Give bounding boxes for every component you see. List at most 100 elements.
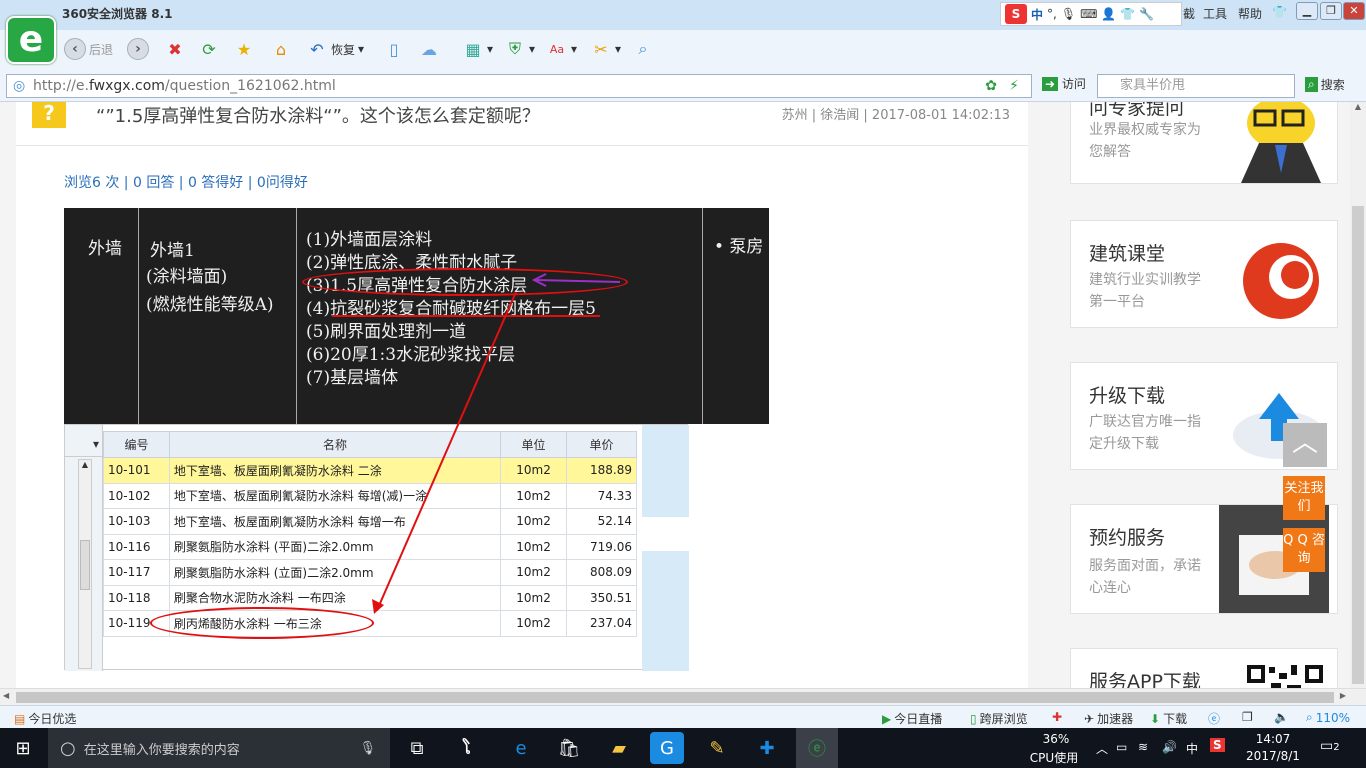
compat-icon[interactable]: ✿ <box>985 75 997 97</box>
lightning-icon[interactable]: ⚡ <box>1009 75 1019 97</box>
windows-start-icon[interactable]: ⊞ <box>6 732 40 764</box>
ime-toolbar[interactable]: S 中 °, 🎙 ⌨ 👤 👕 🔧 <box>1000 2 1182 26</box>
table-row[interactable]: 10-116 刷聚氨脂防水涂料 (平面)二涂2.0mm 10m2 719.06 <box>103 533 637 560</box>
sogou-tray-icon[interactable]: S <box>1210 738 1225 752</box>
favorites-button[interactable]: ★ <box>233 36 255 62</box>
security-button[interactable]: ⛨ ▾ <box>504 36 535 62</box>
shirt-icon[interactable]: 👕 <box>1120 7 1135 21</box>
cloud-button[interactable]: ☁ <box>418 36 440 62</box>
menu-partial[interactable]: 截 <box>1183 5 1195 22</box>
accelerator[interactable]: ✈ 加速器 <box>1084 710 1133 727</box>
network-icon[interactable]: ▭ <box>1116 740 1127 754</box>
browser-swirl-icon[interactable]: ໂ <box>450 732 484 764</box>
notes-icon[interactable]: ✎ <box>700 732 734 764</box>
question-stats[interactable]: 浏览6 次 | 0 回答 | 0 答得好 | 0问得好 <box>64 172 308 192</box>
apps-button[interactable]: ▦ ▾ <box>462 36 493 62</box>
chevron-down-icon[interactable]: ▾ <box>65 431 103 457</box>
header-name[interactable]: 名称 <box>168 431 502 458</box>
visit-button[interactable]: ➜ 访问 <box>1042 75 1086 92</box>
follow-us-button[interactable]: 关注我们 <box>1283 476 1325 520</box>
folder-icon[interactable]: ▰ <box>602 732 636 764</box>
mic-icon[interactable]: 🎙 <box>359 741 376 756</box>
horizontal-scroll-thumb[interactable] <box>16 692 1334 703</box>
header-code[interactable]: 编号 <box>103 431 170 458</box>
scroll-left-icon[interactable]: ◀ <box>3 691 9 700</box>
scroll-up-icon[interactable]: ▲ <box>1350 102 1366 111</box>
clock-date[interactable]: 2017/8/1 <box>1242 749 1304 763</box>
stop-button[interactable]: ✖ <box>164 36 186 62</box>
punct-icon[interactable]: °, <box>1047 7 1057 21</box>
search-button[interactable]: ⌕ 搜索 <box>1305 76 1345 93</box>
table-row[interactable]: 10-102 地下室墙、板屋面刷氰凝防水涂料 每增(减)一涂 10m2 74.33 <box>103 482 637 509</box>
table-row[interactable]: 10-101 地下室墙、板屋面刷氰凝防水涂料 二涂 10m2 188.89 <box>103 457 637 484</box>
card-app[interactable]: 服务APP下载 <box>1070 648 1338 688</box>
horizontal-scrollbar[interactable]: ◀ ▶ <box>0 688 1366 705</box>
user-icon[interactable]: 👤 <box>1101 7 1116 21</box>
qq-consult-button[interactable]: Q Q 咨询 <box>1283 528 1325 572</box>
download-status[interactable]: ⬇ 下载 <box>1150 710 1187 727</box>
maximize-button[interactable]: ❐ <box>1320 2 1342 20</box>
table-row[interactable]: 10-103 地下室墙、板屋面刷氰凝防水涂料 每增一布 10m2 52.14 <box>103 508 637 535</box>
home-button[interactable]: ⌂ <box>270 36 292 62</box>
speaker-icon[interactable]: 🔈 <box>1274 710 1289 724</box>
wifi-icon[interactable]: ≋ <box>1138 740 1148 754</box>
zoom-button[interactable]: ⌕ <box>632 36 654 62</box>
volume-icon[interactable]: 🔊 <box>1162 740 1177 754</box>
edge-icon[interactable]: e <box>504 732 538 764</box>
screenshot-button[interactable]: ✂ ▾ <box>590 36 621 62</box>
store-icon[interactable]: 🛍 <box>552 732 586 764</box>
vertical-scrollbar[interactable]: ▲ <box>1350 102 1366 688</box>
phone-button[interactable]: ▯ <box>383 36 405 62</box>
menu-tools[interactable]: 工具 <box>1203 5 1227 22</box>
menu-help[interactable]: 帮助 <box>1238 5 1262 22</box>
mascot-icon <box>1219 102 1329 183</box>
header-unit[interactable]: 单位 <box>500 431 568 458</box>
table-row[interactable]: 10-117 刷聚氨脂防水涂料 (立面)二涂2.0mm 10m2 808.09 <box>103 559 637 586</box>
keyboard-icon[interactable]: ⌨ <box>1080 7 1097 21</box>
question-mark-icon: ? <box>32 102 66 128</box>
ime-lang-label[interactable]: 中 <box>1031 6 1043 23</box>
window-icon[interactable]: ❐ <box>1242 710 1253 724</box>
notification-icon[interactable]: ▭2 <box>1320 738 1340 754</box>
vertical-scroll-thumb[interactable] <box>1352 206 1364 684</box>
sogou-icon[interactable]: S <box>1005 4 1027 24</box>
today-live[interactable]: ▶ 今日直播 <box>882 710 942 727</box>
back-to-top-button[interactable]: ︿ <box>1283 423 1327 467</box>
card-classroom[interactable]: 建筑课堂 建筑行业实训教学第一平台 <box>1070 220 1338 328</box>
today-picks[interactable]: ▤ 今日优选 <box>14 710 76 727</box>
ime-indicator[interactable]: 中 <box>1186 740 1198 757</box>
cross-screen[interactable]: ▯ 跨屏浏览 <box>970 710 1028 727</box>
taskbar-search[interactable]: ○ 在这里输入你要搜索的内容 🎙 <box>48 728 390 768</box>
grid-scrollbar[interactable]: ▲ <box>78 459 92 669</box>
360-browser-task-icon[interactable]: ⓔ <box>796 728 838 768</box>
task-view-icon[interactable]: ⧉ <box>400 732 434 764</box>
grid-icon: ▦ <box>465 39 481 59</box>
refresh-button[interactable]: ⟳ <box>198 36 220 62</box>
forward-button[interactable]: › <box>127 36 149 62</box>
minimize-button[interactable]: ▁ <box>1296 2 1318 20</box>
card-expert[interactable]: 问专家提问 业界最权威专家为您解答 <box>1070 102 1338 184</box>
360-browser-logo[interactable]: e <box>6 16 56 64</box>
ie-icon[interactable]: ⓔ <box>1208 710 1220 727</box>
translate-button[interactable]: Aa ▾ <box>546 36 577 62</box>
scroll-right-icon[interactable]: ▶ <box>1340 691 1346 700</box>
address-bar[interactable]: ◎ http://e.fwxgx.com/question_1621062.ht… <box>6 74 1032 98</box>
header-price[interactable]: 单价 <box>566 431 637 458</box>
firstaid-icon[interactable]: ✚ <box>1052 710 1062 724</box>
clock-time[interactable]: 14:07 <box>1248 732 1298 746</box>
grid-scroll-thumb[interactable] <box>80 540 90 590</box>
bag-icon: ▤ <box>14 711 26 726</box>
table-row[interactable]: 10-118 刷聚合物水泥防水涂料 一布四涂 10m2 350.51 <box>103 584 637 611</box>
zoom-level[interactable]: ⌕ 110% <box>1306 710 1350 725</box>
tray-up-icon[interactable]: ︿ <box>1096 740 1108 757</box>
skin-icon[interactable]: 👕 <box>1272 5 1287 19</box>
app-g-icon[interactable]: G <box>650 732 684 764</box>
scroll-up-icon[interactable]: ▲ <box>79 460 91 469</box>
plus-app-icon[interactable]: ✚ <box>750 732 784 764</box>
close-button[interactable]: ✕ <box>1343 2 1365 20</box>
restore-button[interactable]: ↶ 恢复 ▾ <box>306 36 364 62</box>
search-input[interactable]: 家具半价甩 <box>1097 74 1295 98</box>
back-button[interactable]: ‹ 后退 <box>64 36 113 62</box>
wrench-icon[interactable]: 🔧 <box>1139 7 1154 21</box>
mic-icon[interactable]: 🎙 <box>1061 7 1076 21</box>
